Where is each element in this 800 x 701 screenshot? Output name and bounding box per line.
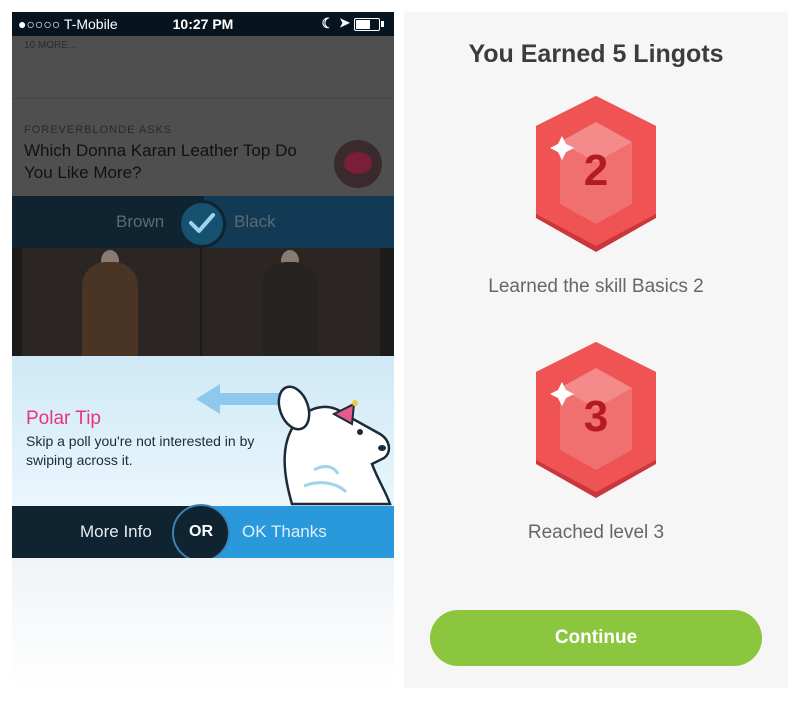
photo-brown-top[interactable] (22, 248, 200, 368)
reward-caption: Learned the skill Basics 2 (488, 276, 704, 297)
clock: 10:27 PM (172, 16, 234, 32)
continue-button[interactable]: Continue (430, 610, 762, 666)
page-title: You Earned 5 Lingots (468, 40, 724, 68)
reward-caption: Reached level 3 (527, 522, 665, 543)
more-info-label: More Info (80, 522, 152, 541)
poll-photos (12, 248, 394, 368)
avatar[interactable] (334, 140, 382, 188)
vote-bar: Brown Black (12, 196, 394, 248)
divider (12, 98, 394, 99)
location-arrow-icon: ➤ (339, 15, 350, 30)
lingots-reward-screen: You Earned 5 Lingots 2 Learned the skill… (404, 12, 788, 688)
or-label: OR (189, 523, 213, 540)
vote-right-bg (204, 196, 394, 248)
poll-feed: 10 MORE... FOREVERBLONDE ASKS Which Donn… (12, 36, 394, 368)
blank-area (12, 558, 394, 688)
or-divider: OR (172, 504, 230, 562)
status-bar: ●○○○○ T-Mobile 10:27 PM ☾ ➤ (12, 12, 394, 36)
battery-icon (354, 18, 380, 31)
more-link[interactable]: 10 MORE... (24, 40, 76, 51)
polar-bear-mascot-icon (277, 385, 392, 506)
option-black[interactable]: Black (234, 212, 276, 232)
lingot-gem-icon: 2 (536, 96, 656, 252)
polar-app-screen: ●○○○○ T-Mobile 10:27 PM ☾ ➤ 10 MORE... F… (12, 12, 394, 688)
lingot-gem-icon: 3 (536, 342, 656, 498)
polar-tip-panel: Polar Tip Skip a poll you're not interes… (12, 356, 394, 506)
tip-actions: More Info OK Thanks OR (12, 504, 394, 562)
ok-thanks-label: OK Thanks (242, 522, 327, 541)
checkmark-icon (189, 213, 215, 233)
tip-title: Polar Tip (26, 408, 101, 429)
tip-body: Skip a poll you're not interested in by … (26, 433, 255, 468)
option-brown[interactable]: Brown (116, 212, 164, 232)
photo-black-top[interactable] (202, 248, 380, 368)
battery-tip (381, 21, 384, 27)
gem-number: 2 (583, 146, 609, 195)
asker-label: FOREVERBLONDE ASKS (24, 124, 173, 136)
gem-number: 3 (583, 392, 609, 441)
vote-check-button[interactable] (178, 200, 226, 248)
moon-icon: ☾ (321, 15, 334, 31)
poll-question[interactable]: Which Donna Karan Leather Top Do You Lik… (24, 140, 324, 184)
swipe-arrow-icon (196, 384, 280, 414)
